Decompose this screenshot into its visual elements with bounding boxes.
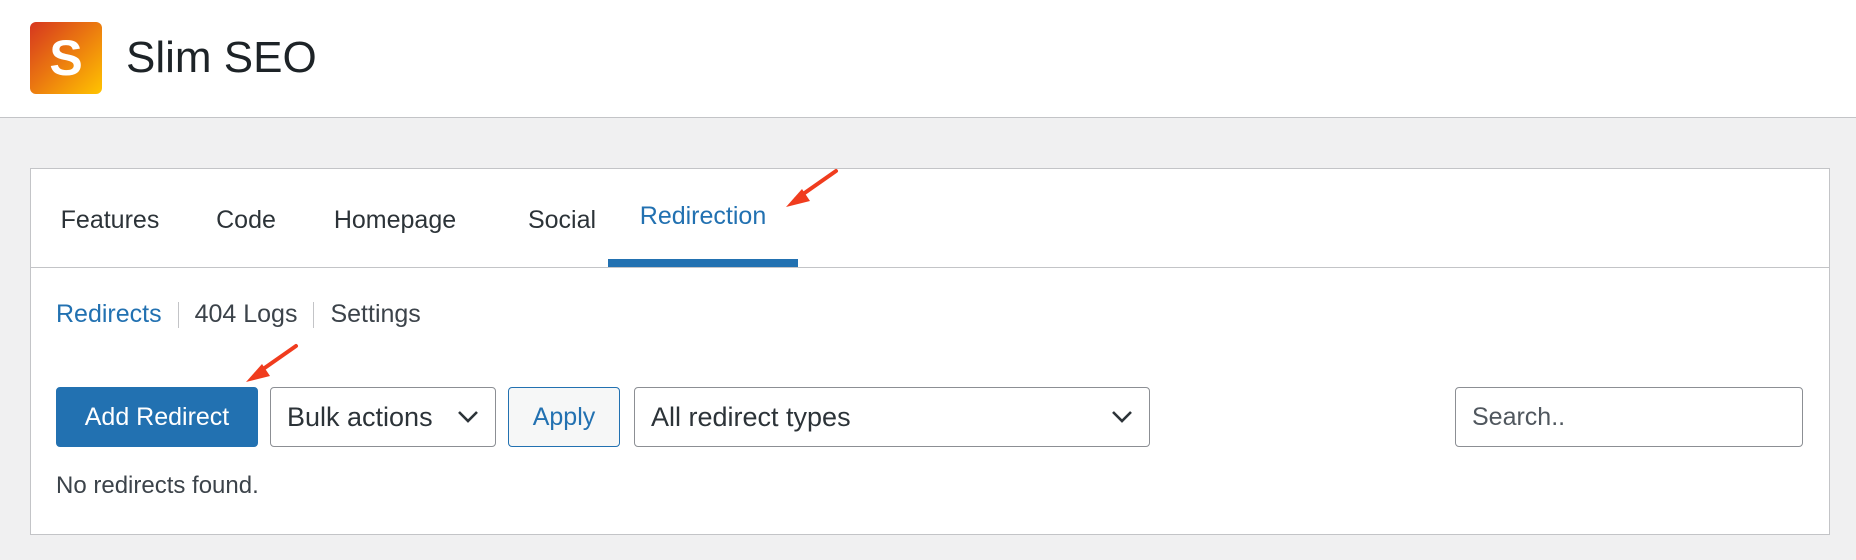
- empty-state-message: No redirects found.: [56, 472, 259, 499]
- settings-panel: Features Code Homepage Social Redirectio…: [30, 168, 1830, 535]
- subnav-404-logs[interactable]: 404 Logs: [195, 300, 298, 328]
- apply-button[interactable]: Apply: [508, 387, 620, 447]
- tab-features[interactable]: Features: [56, 169, 164, 267]
- search-input[interactable]: [1455, 387, 1803, 447]
- slim-seo-logo: S: [30, 22, 102, 94]
- chevron-down-icon: [458, 411, 478, 423]
- tab-social[interactable]: Social: [508, 169, 616, 267]
- subnav-separator: [313, 302, 315, 329]
- subnav-separator: [177, 302, 179, 329]
- chevron-down-icon: [1112, 411, 1132, 423]
- bulk-actions-select[interactable]: Bulk actions: [270, 387, 496, 447]
- tab-redirection[interactable]: Redirection: [608, 169, 798, 267]
- app-title: Slim SEO: [126, 33, 317, 82]
- subnav-settings[interactable]: Settings: [330, 300, 420, 328]
- tab-code[interactable]: Code: [213, 169, 279, 267]
- tab-bar: Features Code Homepage Social Redirectio…: [31, 169, 1829, 268]
- subnav-redirects[interactable]: Redirects: [56, 300, 162, 328]
- redirect-type-value: All redirect types: [651, 402, 851, 432]
- redirect-type-select[interactable]: All redirect types: [634, 387, 1150, 447]
- add-redirect-button[interactable]: Add Redirect: [56, 387, 258, 447]
- tab-homepage[interactable]: Homepage: [327, 169, 463, 267]
- redirection-subnav: Redirects 404 Logs Settings: [56, 297, 421, 331]
- top-bar: S Slim SEO: [0, 0, 1856, 118]
- bulk-actions-value: Bulk actions: [287, 402, 433, 432]
